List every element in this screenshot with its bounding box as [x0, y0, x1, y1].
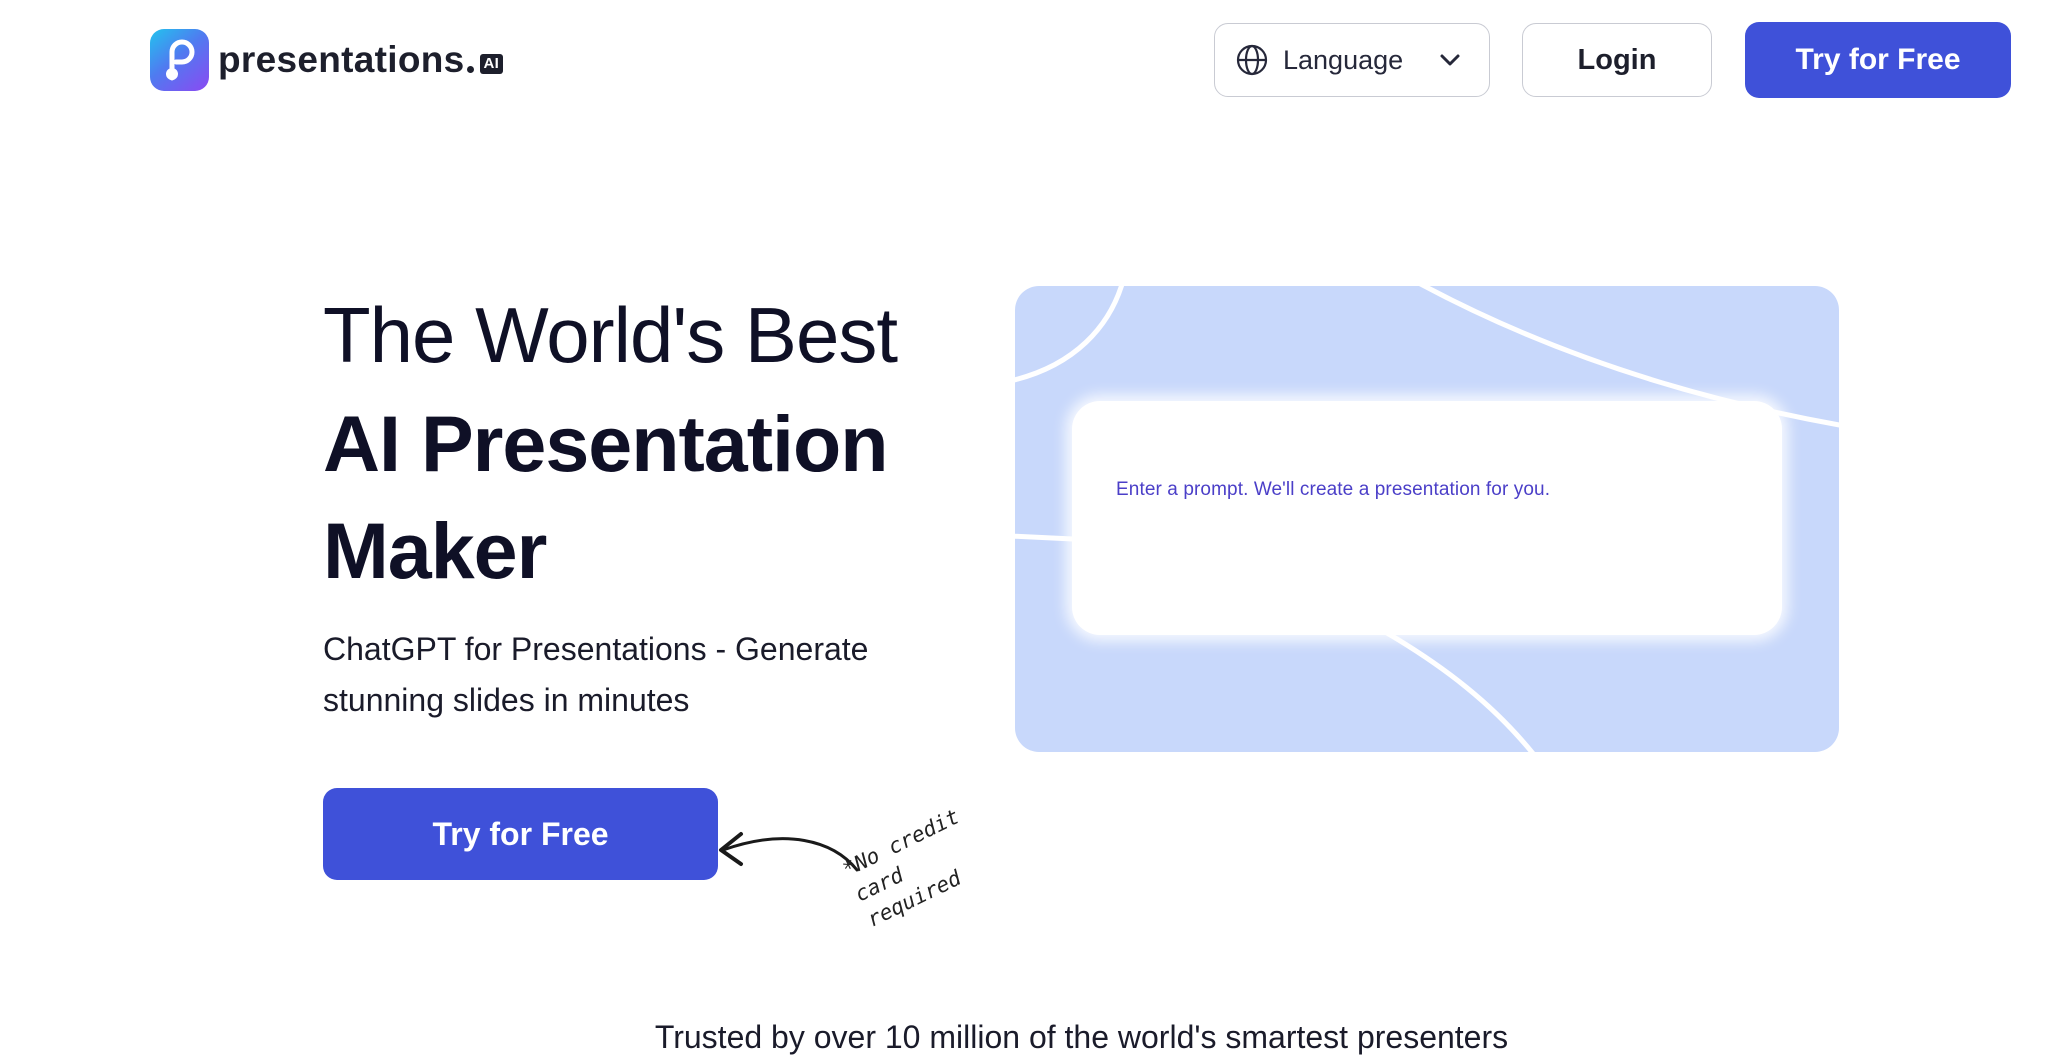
- hand-drawn-arrow-icon: [719, 832, 859, 872]
- hero-subtitle: ChatGPT for Presentations - Generate stu…: [323, 631, 869, 718]
- chevron-down-icon: [1439, 53, 1461, 67]
- hero-title-line3: Maker: [323, 506, 547, 595]
- prompt-placeholder: Enter a prompt. We'll create a presentat…: [1116, 479, 1551, 500]
- hero-title-line2: AI Presentation: [323, 399, 888, 488]
- no-credit-card-note: *No credit card required: [838, 804, 965, 932]
- logo-icon: [150, 29, 209, 91]
- brand-wordmark: presentations AI: [218, 39, 504, 81]
- globe-icon: [1235, 43, 1269, 77]
- brand-dot: [466, 66, 474, 73]
- prompt-preview-card: Enter a prompt. We'll create a presentat…: [1015, 286, 1839, 752]
- brand-suffix: AI: [479, 54, 504, 74]
- brand-name: presentations: [218, 39, 465, 80]
- header-try-free-button[interactable]: Try for Free: [1745, 22, 2011, 98]
- brand-logo[interactable]: presentations AI: [150, 29, 504, 91]
- hero-title-line1: The World's Best: [323, 291, 898, 379]
- language-label: Language: [1283, 44, 1404, 75]
- trusted-by-text: Trusted by over 10 million of the world'…: [654, 1019, 1509, 1055]
- hero-try-free-button[interactable]: Try for Free: [323, 788, 718, 880]
- prompt-input-box[interactable]: Enter a prompt. We'll create a presentat…: [1072, 401, 1782, 635]
- language-selector[interactable]: Language: [1214, 23, 1490, 97]
- login-button[interactable]: Login: [1522, 23, 1712, 97]
- page: presentations AI Language Login Try for …: [0, 0, 2048, 1059]
